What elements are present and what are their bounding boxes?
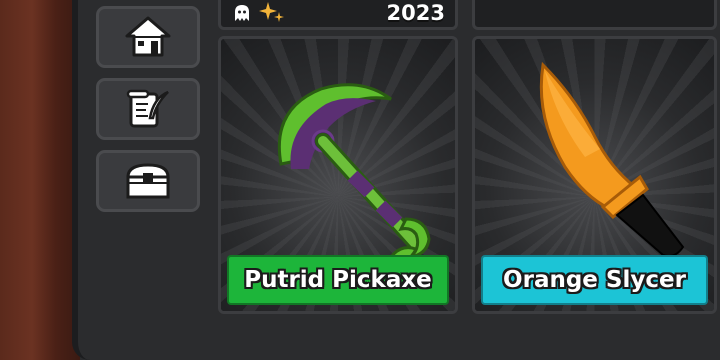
item-name-label: Orange Slycer [481, 255, 708, 305]
wood-background [0, 0, 80, 360]
item-card-putrid-pickaxe[interactable]: Putrid Pickaxe [218, 36, 458, 314]
pickaxe-icon [251, 69, 441, 273]
item-year: 2023 [386, 1, 445, 25]
inventory-button[interactable] [96, 150, 200, 212]
item-card-orange-slycer[interactable]: Orange Slycer [472, 36, 717, 314]
ghost-icon [233, 3, 251, 27]
knife-icon [515, 57, 705, 271]
item-name-label: Putrid Pickaxe [227, 255, 449, 305]
chest-icon [123, 161, 173, 201]
home-button[interactable] [96, 6, 200, 68]
item-header-2 [472, 0, 717, 30]
scroll-quill-icon [124, 86, 172, 132]
house-icon [124, 15, 172, 59]
item-header-1: 2023 [218, 0, 458, 30]
sparkle-icon [259, 0, 285, 30]
quests-button[interactable] [96, 78, 200, 140]
